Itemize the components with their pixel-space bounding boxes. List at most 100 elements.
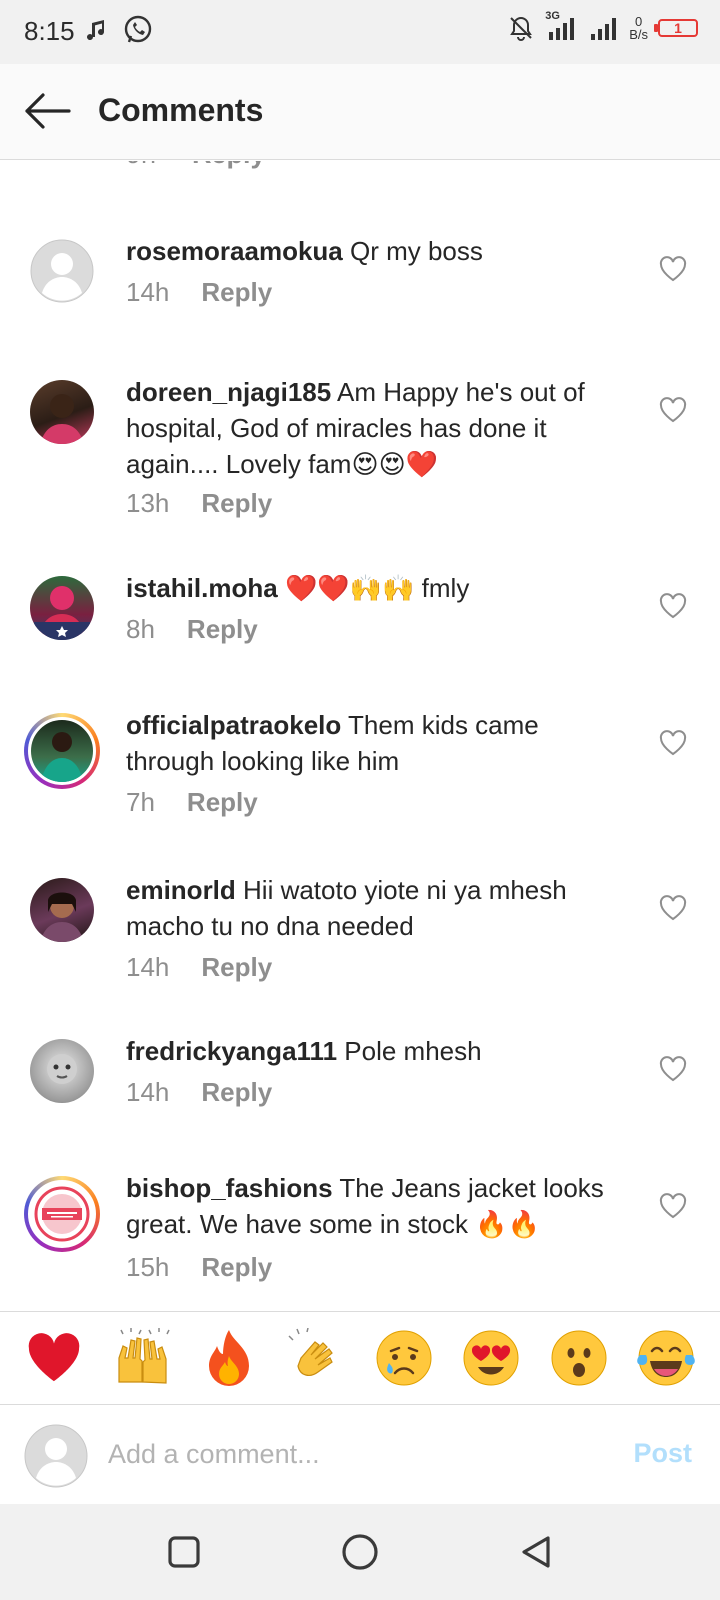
heart-outline-icon[interactable] [658, 396, 688, 424]
comment-meta: 15h Reply [126, 1252, 272, 1283]
comment-username[interactable]: officialpatraokelo [126, 710, 341, 740]
avatar[interactable] [30, 878, 94, 942]
heart-outline-icon[interactable] [658, 592, 688, 620]
music-note-icon [87, 20, 105, 41]
comment-message: fmly [414, 573, 470, 603]
heart-outline-icon[interactable] [658, 1192, 688, 1220]
comment-username[interactable]: rosemoraamokua [126, 236, 343, 266]
avatar-story-ring[interactable] [24, 713, 100, 789]
reply-button[interactable]: Reply [201, 277, 272, 307]
comment-item: istahil.moha ❤️❤️🙌🙌 fmly 8h Reply [0, 573, 720, 676]
avatar[interactable] [30, 239, 94, 303]
comment-username[interactable]: eminorld [126, 875, 236, 905]
user-photo-icon [40, 394, 84, 444]
heart-outline-icon[interactable] [658, 255, 688, 283]
comment-item: rosemoraamokua Qr my boss 14h Reply [0, 236, 720, 369]
clapping-hands-icon [288, 1328, 334, 1376]
reply-button[interactable]: Reply [201, 952, 272, 982]
net-speed: 0 B/s [629, 15, 648, 41]
user-photo-icon [47, 1054, 77, 1084]
page-title: Comments [98, 92, 264, 128]
status-time: 8:15 [24, 16, 75, 46]
comment-time: 13h [126, 488, 170, 518]
fire-icon [208, 1330, 249, 1386]
comment-username[interactable]: fredrickyanga111 [126, 1036, 337, 1066]
default-avatar-icon [24, 1424, 88, 1488]
comment-item: doreen_njagi185 Am Happy he's out of hos… [0, 377, 720, 530]
avatar[interactable] [30, 1039, 94, 1103]
circle-icon [342, 1534, 378, 1570]
emoji-heart-eyes-button[interactable] [461, 1328, 521, 1388]
comment-time: 14h [126, 952, 170, 982]
surprised-face-icon [551, 1330, 607, 1386]
back-nav-button[interactable] [516, 1532, 556, 1572]
red-heart-icon [28, 1333, 80, 1382]
emoji-fire-button[interactable] [199, 1328, 259, 1388]
avatar-story-ring[interactable] [24, 1176, 100, 1252]
heart-outline-icon[interactable] [658, 894, 688, 922]
avatar [28, 1180, 96, 1248]
comment-meta: 14h Reply [126, 1077, 272, 1108]
comment-item: eminorld Hii watoto yiote ni ya mhesh ma… [0, 875, 720, 1008]
reply-button[interactable]: Reply [201, 1077, 272, 1107]
raised-hands-icon [118, 1328, 170, 1384]
comment-message: Qr my boss [342, 236, 483, 266]
crying-face-icon [376, 1330, 432, 1386]
user-photo-icon [41, 732, 83, 782]
current-user-avatar [24, 1424, 88, 1488]
emoji-heart-button[interactable] [24, 1328, 84, 1388]
comment-message: Pole mhesh [337, 1036, 482, 1066]
signal-bars-icon [591, 18, 617, 40]
heart-outline-icon[interactable] [658, 1055, 688, 1083]
system-navigation-bar [0, 1504, 720, 1600]
avatar[interactable] [30, 576, 94, 640]
comment-username[interactable]: doreen_njagi185 [126, 377, 331, 407]
user-photo-icon [34, 586, 90, 640]
emoji-laughing-button[interactable] [636, 1328, 696, 1388]
status-right-icons: 3G 0 B/s 1 [507, 10, 698, 42]
emoji-quick-bar [0, 1311, 720, 1405]
comments-list[interactable]: 9h Reply rosemoraamokua Qr my boss 14h Re… [0, 161, 720, 1311]
comment-item: officialpatraokelo Them kids came throug… [0, 710, 720, 843]
status-left-icons [86, 14, 154, 46]
add-comment-input[interactable] [108, 1428, 588, 1480]
notifications-off-icon [510, 16, 533, 41]
back-button[interactable] [22, 88, 72, 134]
comment-text: doreen_njagi185 Am Happy he's out of hos… [126, 374, 626, 483]
avatar[interactable] [30, 380, 94, 444]
arrow-left-icon [25, 93, 71, 129]
recents-button[interactable] [164, 1532, 204, 1572]
comment-emojis: 😍😍❤️ [351, 450, 439, 480]
comment-text: fredrickyanga111 Pole mhesh [126, 1033, 626, 1069]
comment-username[interactable]: istahil.moha [126, 573, 278, 603]
home-button[interactable] [340, 1532, 380, 1572]
comment-meta: 7h Reply [126, 787, 258, 818]
comment-time: 15h [126, 1252, 170, 1282]
comment-meta: 14h Reply [126, 952, 272, 983]
heart-outline-icon[interactable] [658, 729, 688, 757]
heart-eyes-face-icon [463, 1330, 519, 1386]
reply-button[interactable]: Reply [187, 614, 258, 644]
previous-comment-meta: 9h Reply [0, 161, 720, 179]
post-button[interactable]: Post [633, 1438, 692, 1469]
reply-button[interactable]: Reply [201, 488, 272, 518]
avatar [28, 717, 96, 785]
reply-button[interactable]: Reply [192, 161, 266, 170]
reply-button[interactable]: Reply [201, 1252, 272, 1282]
battery-icon: 1 [654, 19, 698, 37]
emoji-raised-hands-button[interactable] [111, 1328, 171, 1388]
comment-meta: 14h Reply [126, 277, 272, 308]
comment-username[interactable]: bishop_fashions [126, 1173, 333, 1203]
comment-meta: 13h Reply [126, 488, 272, 519]
emoji-surprised-button[interactable] [549, 1328, 609, 1388]
comment-spacer [278, 573, 285, 603]
default-avatar-icon [30, 239, 94, 303]
comment-text: rosemoraamokua Qr my boss [126, 233, 626, 269]
net-speed-unit: B/s [629, 27, 648, 42]
emoji-clap-button[interactable] [286, 1328, 346, 1388]
emoji-crying-face-button[interactable] [374, 1328, 434, 1388]
reply-button[interactable]: Reply [187, 787, 258, 817]
comment-emojis: ❤️❤️🙌🙌 [284, 574, 415, 604]
comment-text: istahil.moha ❤️❤️🙌🙌 fmly [126, 570, 626, 607]
square-icon [168, 1536, 200, 1568]
